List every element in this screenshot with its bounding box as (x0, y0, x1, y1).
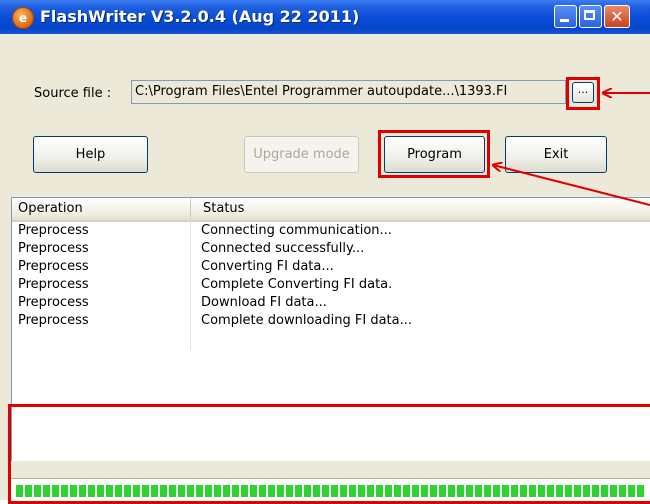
app-icon: e (12, 7, 34, 29)
highlight-program-button (378, 130, 490, 178)
status-cell: Converting FI data... (201, 259, 334, 274)
minimize-icon (560, 19, 569, 22)
table-row[interactable]: Preprocess Converting FI data... (12, 259, 650, 277)
maximize-icon (584, 10, 595, 20)
maximize-button[interactable] (579, 5, 602, 28)
app-icon-glyph: e (18, 11, 28, 25)
table-row[interactable]: Preprocess Complete downloading FI data.… (12, 313, 650, 331)
status-cell: Download FI data... (201, 295, 327, 310)
table-row[interactable]: Preprocess Connecting communication... (12, 223, 650, 241)
highlight-browse-button (566, 77, 600, 110)
title-bar[interactable]: e FlashWriter V3.2.0.4 (Aug 22 2011) ✕ (0, 0, 650, 34)
minimize-button[interactable] (554, 5, 577, 28)
table-row[interactable]: Preprocess Complete Converting FI data. (12, 277, 650, 295)
close-icon: ✕ (610, 7, 624, 26)
status-cell: Complete downloading FI data... (201, 313, 413, 328)
highlight-log-area (8, 404, 650, 504)
column-separator[interactable] (190, 201, 191, 217)
operation-cell: Preprocess (18, 241, 89, 256)
status-cell: Connecting communication... (201, 223, 392, 238)
help-button[interactable]: Help (33, 136, 148, 173)
operation-cell: Preprocess (18, 313, 89, 328)
source-file-field[interactable]: C:\Program Files\Entel Programmer autoup… (131, 80, 566, 104)
operation-cell: Preprocess (18, 295, 89, 310)
source-file-label: Source file : (34, 86, 112, 101)
operation-cell: Preprocess (18, 277, 89, 292)
status-cell: Connected successfully... (201, 241, 365, 256)
table-row[interactable]: Preprocess Connected successfully... (12, 241, 650, 259)
list-header: Operation Status (12, 198, 650, 222)
upgrade-mode-button[interactable]: Upgrade mode (244, 136, 359, 173)
operation-cell: Preprocess (18, 259, 89, 274)
column-header-operation[interactable]: Operation (12, 198, 191, 220)
table-row[interactable]: Preprocess Download FI data... (12, 295, 650, 313)
status-cell: Complete Converting FI data. (201, 277, 393, 292)
column-header-status[interactable]: Status (197, 198, 643, 220)
close-button[interactable]: ✕ (604, 5, 630, 28)
window-title: FlashWriter V3.2.0.4 (Aug 22 2011) (40, 7, 360, 26)
exit-button[interactable]: Exit (505, 136, 607, 173)
operation-cell: Preprocess (18, 223, 89, 238)
